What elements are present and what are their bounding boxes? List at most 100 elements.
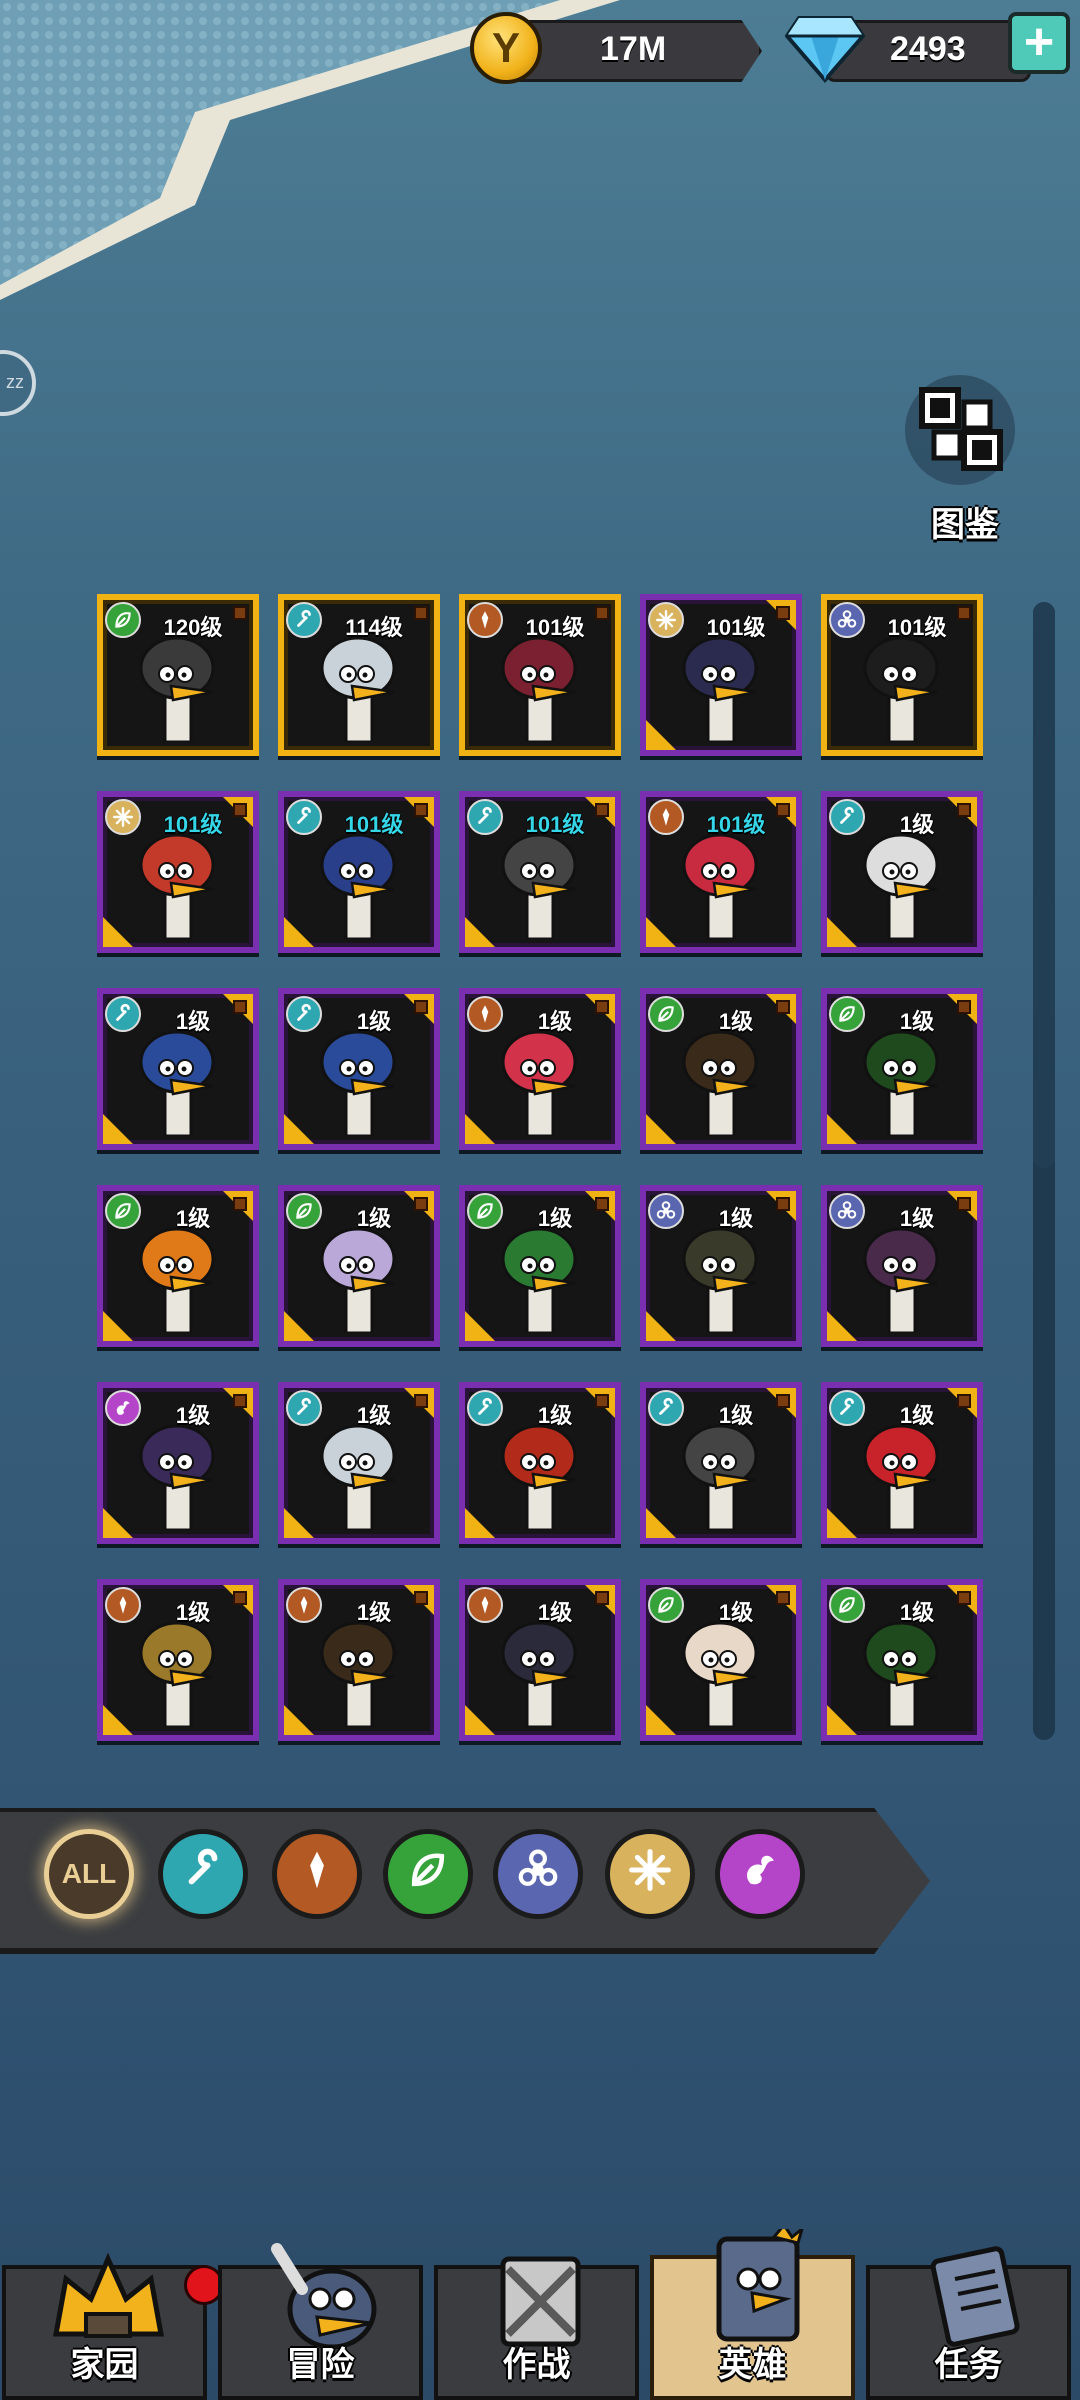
- hero-card[interactable]: 1级: [459, 988, 621, 1150]
- hero-class-tech-icon: [829, 1390, 865, 1426]
- hero-card[interactable]: 101级: [459, 791, 621, 953]
- hero-class-warrior-icon: [467, 996, 503, 1032]
- hero-portrait: [139, 1227, 215, 1333]
- nav-label: 作战: [502, 2346, 571, 2384]
- hero-portrait: [320, 1424, 396, 1530]
- hero-class-tech-icon: [648, 1390, 684, 1426]
- hero-card[interactable]: 1级: [97, 1185, 259, 1347]
- tech-class-icon: [180, 1847, 226, 1901]
- hero-level: 1级: [718, 1600, 754, 1625]
- hero-card[interactable]: 1级: [278, 1579, 440, 1741]
- hero-card[interactable]: 101级: [278, 791, 440, 953]
- sleep-side-tab[interactable]: zz: [0, 350, 36, 416]
- hero-card[interactable]: 1级: [821, 988, 983, 1150]
- card-corner-decoration: [646, 718, 678, 750]
- hero-portrait: [863, 1227, 939, 1333]
- hero-portrait: [863, 1030, 939, 1136]
- hero-portrait: [863, 833, 939, 939]
- hero-class-nature-icon: [105, 1193, 141, 1229]
- hero-level: 1级: [899, 1206, 935, 1231]
- nav-tab-battle[interactable]: 作战: [434, 2256, 639, 2400]
- gem-value: 2493: [890, 30, 966, 68]
- hero-class-tech-icon: [286, 799, 322, 835]
- hero-portrait: [139, 636, 215, 742]
- hero-card[interactable]: 1级: [459, 1382, 621, 1544]
- filter-nature-button[interactable]: [383, 1829, 473, 1919]
- filter-all-button[interactable]: ALL: [44, 1829, 134, 1919]
- hero-card[interactable]: 1级: [640, 1185, 802, 1347]
- hero-card[interactable]: 1级: [640, 1579, 802, 1741]
- hero-level: 101级: [344, 812, 404, 837]
- hero-portrait: [501, 833, 577, 939]
- filter-toxic-button[interactable]: [493, 1829, 583, 1919]
- hero-level: 1级: [356, 1600, 392, 1625]
- hero-card[interactable]: 101级: [459, 594, 621, 756]
- coin-counter[interactable]: Y 17M: [470, 12, 762, 84]
- hero-card[interactable]: 1级: [821, 1382, 983, 1544]
- hero-scrollbar-thumb[interactable]: [1033, 602, 1055, 1168]
- hero-portrait: [501, 1227, 577, 1333]
- card-corner-decoration: [646, 1703, 678, 1735]
- hero-level: 1级: [899, 1009, 935, 1034]
- hero-card[interactable]: 1级: [278, 1185, 440, 1347]
- card-corner-decoration: [103, 1703, 135, 1735]
- hero-card[interactable]: 101级: [640, 791, 802, 953]
- hero-card[interactable]: 1级: [821, 1579, 983, 1741]
- hero-level: 101级: [887, 615, 947, 640]
- hero-card[interactable]: 1级: [821, 1185, 983, 1347]
- mystic-class-icon: [737, 1847, 783, 1901]
- hero-card[interactable]: 101级: [640, 594, 802, 756]
- hero-card[interactable]: 1级: [97, 1579, 259, 1741]
- hero-card[interactable]: 101级: [97, 791, 259, 953]
- nav-tab-heroes[interactable]: 英雄: [650, 2229, 855, 2400]
- nav-tab-home[interactable]: 家园: [2, 2252, 224, 2400]
- filter-light-button[interactable]: [605, 1829, 695, 1919]
- codex-button[interactable]: 图鉴: [890, 370, 1040, 550]
- hero-class-warrior-icon: [648, 799, 684, 835]
- hero-portrait: [501, 1030, 577, 1136]
- hero-card[interactable]: 1级: [97, 988, 259, 1150]
- hero-portrait: [139, 1030, 215, 1136]
- hero-card[interactable]: 1级: [821, 791, 983, 953]
- hero-card[interactable]: 1级: [640, 1382, 802, 1544]
- hero-card[interactable]: 101级: [821, 594, 983, 756]
- hero-portrait: [320, 636, 396, 742]
- hero-class-warrior-icon: [105, 1587, 141, 1623]
- codex-label: 图鉴: [931, 506, 999, 544]
- bottom-nav: 家园 冒险 作战 英雄 任务: [0, 2229, 1080, 2400]
- gem-counter[interactable]: 2493 +: [785, 12, 1070, 84]
- hero-level: 120级: [163, 615, 223, 640]
- card-corner-decoration: [646, 1112, 678, 1144]
- hero-scrollbar[interactable]: [1033, 602, 1055, 1740]
- filter-warrior-button[interactable]: [272, 1829, 362, 1919]
- nav-tab-quests[interactable]: 任务: [866, 2246, 1071, 2400]
- hero-level: 1级: [899, 812, 935, 837]
- toxic-class-icon: [515, 1847, 561, 1901]
- hero-portrait: [863, 636, 939, 742]
- hero-class-toxic-icon: [648, 1193, 684, 1229]
- hero-card[interactable]: 1级: [459, 1579, 621, 1741]
- hero-card[interactable]: 114级: [278, 594, 440, 756]
- card-corner-decoration: [646, 1506, 678, 1538]
- filter-tech-button[interactable]: [158, 1829, 248, 1919]
- hero-level: 101级: [706, 812, 766, 837]
- hero-portrait: [320, 1030, 396, 1136]
- hero-level: 114级: [345, 615, 403, 640]
- add-gems-button[interactable]: +: [1008, 12, 1070, 74]
- hero-card[interactable]: 1级: [278, 1382, 440, 1544]
- card-corner-decoration: [284, 915, 316, 947]
- hero-class-warrior-icon: [467, 602, 503, 638]
- hero-card[interactable]: 1级: [97, 1382, 259, 1544]
- diamond-icon: [785, 16, 865, 84]
- coin-icon: Y: [470, 12, 542, 84]
- hero-level: 101级: [163, 812, 223, 837]
- hero-card[interactable]: 1级: [640, 988, 802, 1150]
- hero-portrait: [139, 1424, 215, 1530]
- nav-tab-adventure[interactable]: 冒险: [218, 2243, 423, 2400]
- hero-card[interactable]: 120级: [97, 594, 259, 756]
- hero-level: 1级: [537, 1403, 573, 1428]
- filter-mystic-button[interactable]: [715, 1829, 805, 1919]
- hero-card[interactable]: 1级: [278, 988, 440, 1150]
- hero-portrait: [682, 1424, 758, 1530]
- hero-card[interactable]: 1级: [459, 1185, 621, 1347]
